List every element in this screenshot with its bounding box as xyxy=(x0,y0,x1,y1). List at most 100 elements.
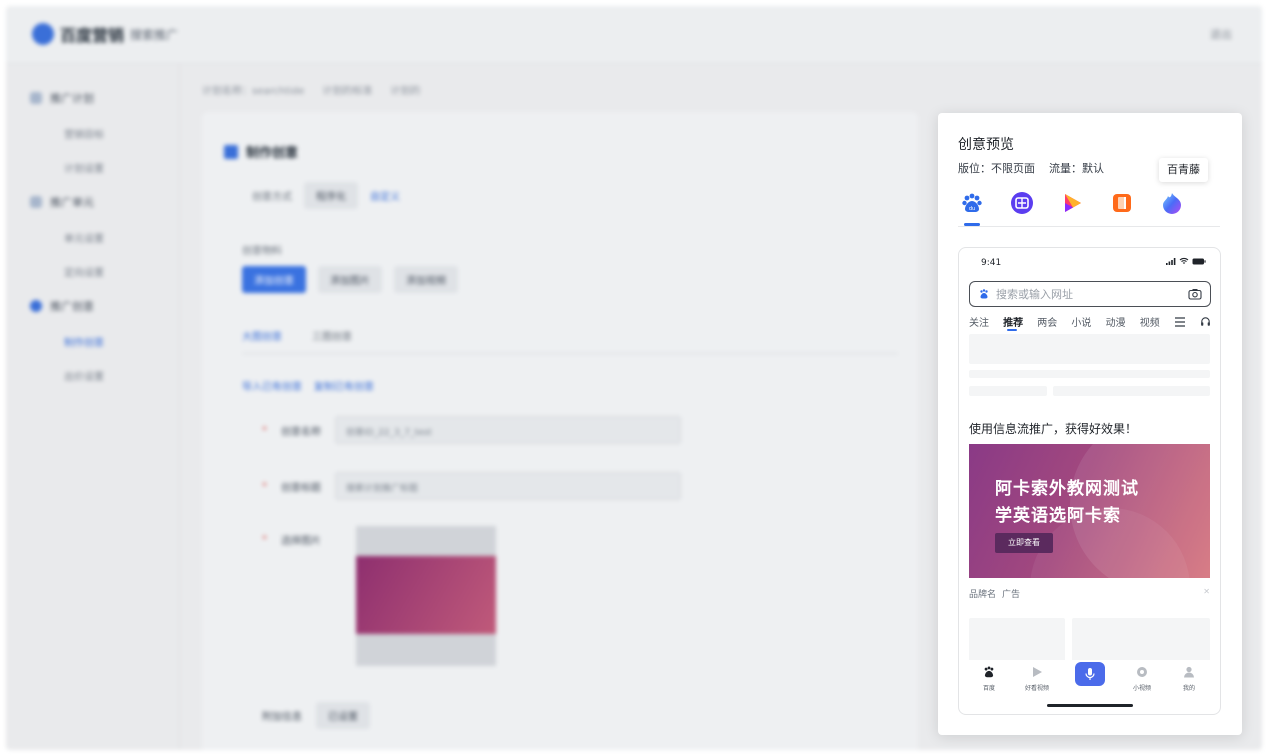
traffic-info: 流量：默认 xyxy=(1049,160,1104,176)
nav-video[interactable]: 视频 xyxy=(1140,314,1160,329)
sidebar-sub-goal[interactable]: 营销目标 xyxy=(64,126,104,141)
banner-cta-button[interactable]: 立即查看 xyxy=(995,533,1053,553)
nav-two-sessions[interactable]: 两会 xyxy=(1037,314,1057,329)
field-label: 附加信息 xyxy=(262,712,302,723)
add-image-button[interactable]: 添加图片 xyxy=(318,266,382,293)
sidebar-item-unit[interactable]: 推广单元 xyxy=(30,194,94,210)
status-icons xyxy=(1166,257,1206,265)
sidebar-item-plan[interactable]: 推广计划 xyxy=(30,90,94,106)
app-tieba[interactable] xyxy=(1008,189,1036,217)
play-icon xyxy=(1033,667,1042,677)
tab-label: 小视频 xyxy=(1132,685,1151,692)
tab-label: 我的 xyxy=(1182,685,1195,692)
breadcrumb-item[interactable]: 计划名称：searchtide xyxy=(202,82,304,97)
image-thumbnail[interactable] xyxy=(356,526,496,666)
feed-nav: 关注 推荐 两会 小说 动漫 视频 xyxy=(969,314,1211,331)
banner-headline: 阿卡索外教网测试 xyxy=(995,479,1139,499)
extra-value[interactable]: 已设置 xyxy=(316,702,370,729)
nav-novel[interactable]: 小说 xyxy=(1071,314,1091,329)
nav-anime[interactable]: 动漫 xyxy=(1106,314,1126,329)
traffic-value: 默认 xyxy=(1082,162,1104,175)
banner-subheadline: 学英语选阿卡索 xyxy=(995,506,1121,526)
microphone-icon xyxy=(1085,668,1095,680)
novel-icon xyxy=(1113,194,1131,212)
app-selector: du xyxy=(958,189,1220,227)
app-baidu[interactable]: du xyxy=(958,189,986,217)
sidebar-sub-targeting[interactable]: 定向设置 xyxy=(64,264,104,279)
breadcrumb-item[interactable]: 计划的标准 xyxy=(322,82,372,97)
required-mark: * xyxy=(262,480,267,492)
field-extra: 附加信息 已设置 xyxy=(262,702,370,729)
add-video-button[interactable]: 添加视频 xyxy=(394,266,458,293)
sidebar-sub-make-creative[interactable]: 制作创意 xyxy=(64,334,104,349)
field-select-image: * 选择图片 xyxy=(262,532,321,547)
preview-meta: 版位：不限页面 流量：默认 xyxy=(958,160,1104,176)
mode-option-programmatic[interactable]: 程序化 xyxy=(304,182,358,209)
voice-search-button[interactable] xyxy=(1075,662,1105,686)
material-label: 创意物料 xyxy=(242,246,282,257)
status-bar: 9:41 xyxy=(959,248,1220,278)
modal-title: 创意预览 xyxy=(958,137,1014,153)
sidebar-sub-unit-settings[interactable]: 单元设置 xyxy=(64,230,104,245)
camera-icon[interactable] xyxy=(1188,288,1202,300)
import-creative-link[interactable]: 导入已有创意 xyxy=(242,378,302,393)
sidebar-sub-plan-settings[interactable]: 计划设置 xyxy=(64,160,104,175)
sidebar-sub-bid[interactable]: 出价设置 xyxy=(64,368,104,383)
selected-app-indicator xyxy=(964,223,980,226)
wifi-icon xyxy=(1179,257,1189,264)
skeleton-line xyxy=(969,370,1210,378)
creative-title-input[interactable]: 搜索计划推广标题 xyxy=(335,472,681,500)
ad-banner[interactable]: 阿卡索外教网测试 学英语选阿卡索 立即查看 xyxy=(969,444,1210,578)
phone-preview: 9:41 搜索或输入网址 关注 推荐 两会 小说 动漫 视频 使用信息流推广，获… xyxy=(958,247,1221,715)
sidebar-item-creative[interactable]: 推广创意 xyxy=(30,298,94,314)
app-novel[interactable] xyxy=(1108,189,1136,217)
nav-recommend[interactable]: 推荐 xyxy=(1003,314,1023,331)
app-haokan[interactable] xyxy=(1058,189,1086,217)
tab-label: 百度 xyxy=(982,685,995,692)
app-tooltip: 百青藤 xyxy=(1159,158,1208,182)
brand-name: 百度营销 xyxy=(60,26,125,45)
skeleton-block xyxy=(969,334,1210,364)
add-creative-button[interactable]: 添加创意 xyxy=(242,266,306,293)
battery-icon xyxy=(1192,258,1206,265)
logout-button[interactable]: 退出 xyxy=(1210,26,1232,42)
tab-three-image[interactable]: 三图创意 xyxy=(312,328,352,343)
skeleton-block xyxy=(969,618,1065,664)
tab-baidu[interactable]: 百度 xyxy=(969,664,1009,692)
baidu-paw-icon: du xyxy=(962,193,982,212)
field-label: 创意名称 xyxy=(281,426,321,438)
haokan-video-icon xyxy=(1065,194,1081,212)
step-active-icon xyxy=(30,300,42,312)
skeleton-block xyxy=(1072,618,1210,664)
headphones-icon[interactable] xyxy=(1200,316,1211,327)
skeleton-line xyxy=(969,386,1047,396)
breadcrumb-item[interactable]: 计划的 xyxy=(390,82,420,97)
tool-row: 导入已有创意 复制已有创意 xyxy=(242,378,374,393)
app-baiqingteng[interactable] xyxy=(1158,189,1186,217)
placement-value: 不限页面 xyxy=(991,162,1035,175)
tab-me[interactable]: 我的 xyxy=(1169,664,1209,692)
sidebar: 推广计划 营销目标 计划设置 推广单元 单元设置 定向设置 推广创意 制作创意 … xyxy=(6,64,180,750)
mode-option-custom[interactable]: 自定义 xyxy=(370,188,400,203)
baidu-paw-icon xyxy=(980,289,988,299)
short-video-icon xyxy=(1137,667,1147,677)
nav-follow[interactable]: 关注 xyxy=(969,314,989,329)
field-creative-title: * 创意标题 搜索计划推广标题 xyxy=(262,472,681,500)
baiqingteng-icon xyxy=(1163,193,1181,214)
creative-tabs: 大图创意 三图创意 xyxy=(242,328,898,354)
status-time: 9:41 xyxy=(981,258,1002,268)
ad-tag: 广告 xyxy=(1002,590,1021,600)
close-icon[interactable]: ✕ xyxy=(1203,587,1210,596)
search-bar[interactable]: 搜索或输入网址 xyxy=(969,281,1211,307)
menu-icon[interactable] xyxy=(1174,316,1186,327)
creative-preview-modal: 创意预览 版位：不限页面 流量：默认 百青藤 du 9:41 搜索或输入网址 关… xyxy=(938,113,1242,735)
sidebar-item-label: 推广创意 xyxy=(50,300,94,313)
tab-short-video[interactable]: 小视频 xyxy=(1122,664,1162,692)
copy-creative-link[interactable]: 复制已有创意 xyxy=(314,378,374,393)
brand-name-label: 品牌名 xyxy=(969,590,997,600)
baidu-paw-icon xyxy=(32,23,54,45)
tab-large-image[interactable]: 大图创意 xyxy=(242,328,282,343)
home-indicator xyxy=(1047,704,1133,707)
tab-haokan[interactable]: 好看视频 xyxy=(1017,664,1057,692)
creative-name-input[interactable]: 创意ID_22_3_7_test xyxy=(335,416,681,444)
